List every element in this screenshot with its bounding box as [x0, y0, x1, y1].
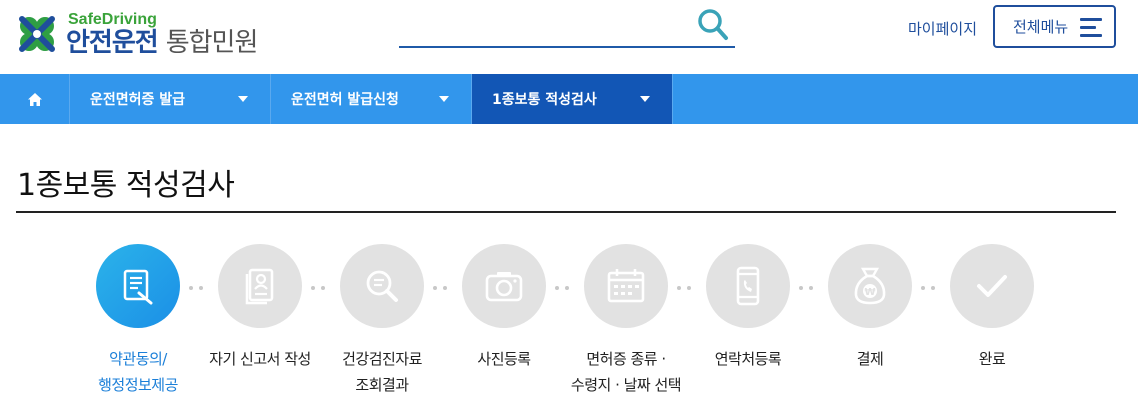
check-icon: [977, 275, 1007, 297]
logo-subtitle: SafeDriving: [68, 11, 157, 28]
nav-item-label: 1종보통 적성검사: [492, 92, 597, 108]
nav-item-aptitude-test[interactable]: 1종보통 적성검사: [472, 74, 673, 124]
caret-down-icon: [439, 96, 449, 102]
title-divider: [16, 211, 1116, 213]
money-bag-icon: ₩: [854, 267, 886, 305]
step-license-options: 면허증 종류 · 수령지 · 날짜 선택: [566, 244, 686, 398]
page-title: 1종보통 적성검사: [17, 168, 235, 203]
step-circle: [218, 244, 302, 328]
nav-item-license-issue[interactable]: 운전면허증 발급: [70, 74, 271, 124]
site-header: SafeDriving 안전운전 통합민원 마이페이지 전체메뉴: [0, 0, 1138, 74]
step-circle: [584, 244, 668, 328]
search-input[interactable]: [399, 8, 735, 48]
phone-icon: [736, 266, 760, 306]
home-button[interactable]: [0, 74, 70, 124]
mypage-link[interactable]: 마이페이지: [908, 18, 977, 39]
search-document-icon: [366, 270, 398, 302]
step-label: 사진등록: [477, 350, 531, 368]
step-label: 결제: [856, 350, 884, 368]
step-label: 연락처등록: [714, 350, 782, 368]
document-sign-icon: [123, 269, 153, 305]
step-self-report: 자기 신고서 작성: [200, 244, 320, 372]
step-circle: [462, 244, 546, 328]
nav-item-label: 운전면허 발급신청: [291, 92, 399, 108]
step-payment: ₩ 결제: [810, 244, 930, 372]
id-document-icon: [245, 268, 274, 305]
step-terms-agreement: 약관동의/ 행정정보제공: [78, 244, 198, 398]
hamburger-icon: [1080, 18, 1102, 37]
step-circle: [96, 244, 180, 328]
calendar-icon: [607, 269, 645, 303]
caret-down-icon: [238, 96, 248, 102]
caret-down-icon: [640, 96, 650, 102]
step-label: 완료: [978, 350, 1006, 368]
step-label: 약관동의/ 행정정보제공: [98, 350, 178, 394]
home-icon: [27, 92, 42, 106]
step-contact: 연락처등록: [688, 244, 808, 372]
step-health-check: 건강검진자료 조회결과: [322, 244, 442, 398]
logo-title: 안전운전: [66, 28, 159, 58]
step-label: 건강검진자료 조회결과: [342, 350, 422, 394]
full-menu-button[interactable]: 전체메뉴: [993, 5, 1116, 48]
svg-text:₩: ₩: [864, 287, 875, 298]
step-circle: [340, 244, 424, 328]
step-circle: [950, 244, 1034, 328]
camera-icon: [485, 272, 523, 302]
step-photo-upload: 사진등록: [444, 244, 564, 372]
step-circle: [706, 244, 790, 328]
nav-item-license-apply[interactable]: 운전면허 발급신청: [271, 74, 472, 124]
nav-item-label: 운전면허증 발급: [90, 92, 186, 108]
breadcrumb-nav: 운전면허증 발급 운전면허 발급신청 1종보통 적성검사: [0, 74, 1138, 124]
step-complete: 완료: [932, 244, 1052, 372]
site-logo[interactable]: SafeDriving 안전운전 통합민원: [16, 4, 259, 64]
step-label: 자기 신고서 작성: [209, 350, 311, 368]
step-label: 면허증 종류 · 수령지 · 날짜 선택: [570, 350, 682, 394]
step-circle: ₩: [828, 244, 912, 328]
search-icon[interactable]: [697, 8, 729, 42]
full-menu-label: 전체메뉴: [1013, 18, 1069, 36]
logo-service-name: 통합민원: [165, 28, 259, 58]
clover-logo-icon: [19, 16, 55, 52]
